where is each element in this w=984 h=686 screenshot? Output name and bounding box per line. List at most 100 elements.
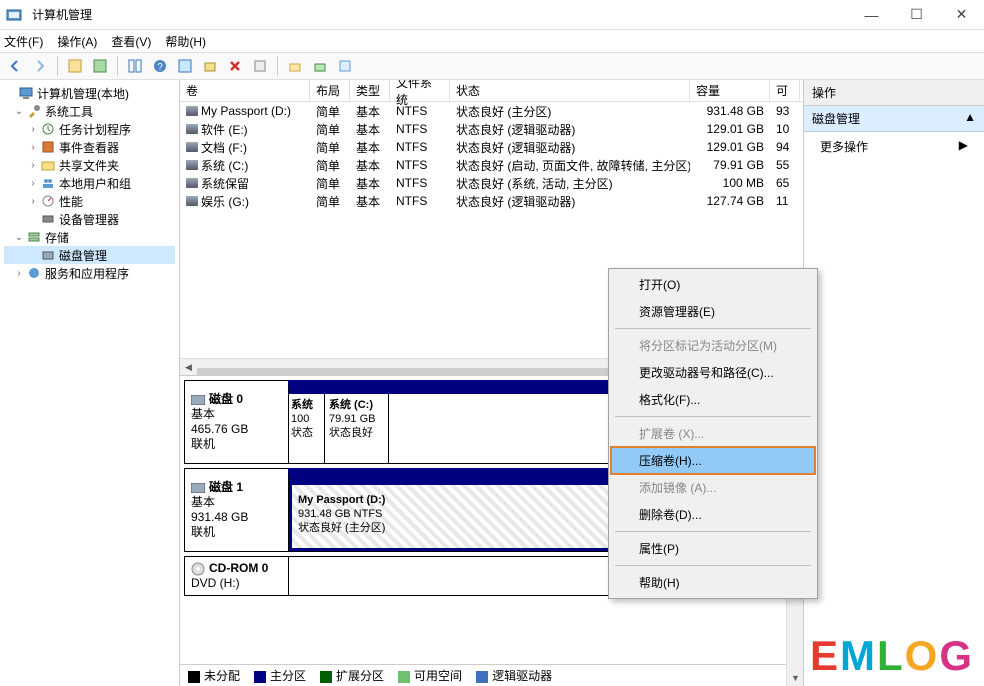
- tree-storage[interactable]: ⌄存储: [4, 228, 175, 246]
- actions-more[interactable]: 更多操作 ▶: [804, 132, 984, 161]
- legend-swatch-unalloc: [188, 671, 200, 683]
- disk-info[interactable]: 磁盘 1 基本 931.48 GB 联机: [184, 468, 288, 552]
- gauge-icon: [40, 193, 56, 209]
- volume-list-header: 卷 布局 类型 文件系统 状态 容量 可: [180, 80, 803, 102]
- services-icon: [26, 265, 42, 281]
- window-title: 计算机管理: [28, 6, 849, 23]
- expand-icon[interactable]: ›: [12, 268, 26, 279]
- toolbar-delete-icon[interactable]: [224, 55, 246, 77]
- drive-icon: [186, 124, 198, 134]
- volume-row[interactable]: 文档 (F:)简单基本NTFS状态良好 (逻辑驱动器)129.01 GB94: [180, 138, 803, 156]
- toolbar-btn-11[interactable]: [334, 55, 356, 77]
- col-type[interactable]: 类型: [350, 80, 390, 101]
- tree-task-scheduler[interactable]: ›任务计划程序: [4, 120, 175, 138]
- col-free[interactable]: 可: [770, 80, 800, 101]
- volume-name: 文档 (F:): [201, 139, 247, 156]
- volume-row[interactable]: 系统 (C:)简单基本NTFS状态良好 (启动, 页面文件, 故障转储, 主分区…: [180, 156, 803, 174]
- menu-help[interactable]: 帮助(H): [165, 33, 206, 50]
- expand-icon[interactable]: ›: [26, 196, 40, 207]
- disk-type: 基本: [191, 407, 282, 422]
- storage-icon: [26, 229, 42, 245]
- col-volume[interactable]: 卷: [180, 80, 310, 101]
- volume-row[interactable]: 娱乐 (G:)简单基本NTFS状态良好 (逻辑驱动器)127.74 GB11: [180, 192, 803, 210]
- tree-services[interactable]: ›服务和应用程序: [4, 264, 175, 282]
- tree-label: 系统工具: [45, 103, 93, 120]
- disk-info[interactable]: 磁盘 0 基本 465.76 GB 联机: [184, 380, 288, 464]
- scroll-thumb[interactable]: [197, 368, 668, 376]
- tree-disk-management[interactable]: 磁盘管理: [4, 246, 175, 264]
- tree-label: 本地用户和组: [59, 175, 131, 192]
- ctx-mark-active[interactable]: 将分区标记为活动分区(M): [611, 332, 815, 359]
- toolbar-btn-8[interactable]: [249, 55, 271, 77]
- expand-icon[interactable]: ›: [26, 160, 40, 171]
- folder-icon: [40, 157, 56, 173]
- ctx-format[interactable]: 格式化(F)...: [611, 386, 815, 413]
- back-button[interactable]: [4, 55, 26, 77]
- ctx-properties[interactable]: 属性(P): [611, 535, 815, 562]
- drive-icon: [186, 142, 198, 152]
- help-icon[interactable]: ?: [149, 55, 171, 77]
- col-fs[interactable]: 文件系统: [390, 80, 450, 101]
- tree-label: 共享文件夹: [59, 157, 119, 174]
- forward-button[interactable]: [29, 55, 51, 77]
- ctx-delete[interactable]: 删除卷(D)...: [611, 501, 815, 528]
- col-status[interactable]: 状态: [450, 80, 690, 101]
- scroll-left-icon[interactable]: ◀: [180, 359, 197, 376]
- ctx-change-letter[interactable]: 更改驱动器号和路径(C)...: [611, 359, 815, 386]
- toolbar-btn-5[interactable]: [174, 55, 196, 77]
- legend-swatch-free: [398, 671, 410, 683]
- collapse-icon[interactable]: ⌄: [12, 106, 26, 117]
- ctx-open[interactable]: 打开(O): [611, 271, 815, 298]
- legend-swatch-primary: [254, 671, 266, 683]
- toolbar-btn-9[interactable]: [284, 55, 306, 77]
- menu-action[interactable]: 操作(A): [57, 33, 97, 50]
- disk-icon: [191, 483, 205, 493]
- partition[interactable]: 系统 100 状态: [289, 394, 325, 463]
- toolbar-btn-10[interactable]: [309, 55, 331, 77]
- expand-icon[interactable]: ›: [26, 142, 40, 153]
- ctx-help[interactable]: 帮助(H): [611, 569, 815, 596]
- cdrom-icon: [191, 562, 205, 576]
- toolbar-separator: [277, 56, 278, 76]
- scroll-down-icon[interactable]: ▼: [787, 669, 803, 686]
- partition[interactable]: 系统 (C:) 79.91 GB 状态良好: [325, 394, 389, 463]
- tree-label: 计算机管理(本地): [37, 85, 129, 102]
- expand-icon[interactable]: ›: [26, 178, 40, 189]
- disk-info[interactable]: CD-ROM 0 DVD (H:): [184, 556, 288, 596]
- tree-local-users[interactable]: › 本地用户和组: [4, 174, 175, 192]
- ctx-shrink[interactable]: 压缩卷(H)...: [611, 447, 815, 474]
- actions-section[interactable]: 磁盘管理 ▲: [804, 106, 984, 132]
- menubar: 文件(F) 操作(A) 查看(V) 帮助(H): [0, 30, 984, 52]
- menu-view[interactable]: 查看(V): [111, 33, 151, 50]
- menu-separator: [615, 565, 811, 566]
- toolbar-btn-1[interactable]: [64, 55, 86, 77]
- tree-system-tools[interactable]: ⌄ 系统工具: [4, 102, 175, 120]
- ctx-mirror[interactable]: 添加镜像 (A)...: [611, 474, 815, 501]
- close-button[interactable]: ✕: [939, 0, 984, 30]
- volume-row[interactable]: 软件 (E:)简单基本NTFS状态良好 (逻辑驱动器)129.01 GB10: [180, 120, 803, 138]
- collapse-icon[interactable]: ⌄: [12, 232, 26, 243]
- tree-root[interactable]: 计算机管理(本地): [4, 84, 175, 102]
- menu-file[interactable]: 文件(F): [4, 33, 43, 50]
- disk-type: 基本: [191, 495, 282, 510]
- volume-row[interactable]: 系统保留简单基本NTFS状态良好 (系统, 活动, 主分区)100 MB65: [180, 174, 803, 192]
- volume-row[interactable]: My Passport (D:)简单基本NTFS状态良好 (主分区)931.48…: [180, 102, 803, 120]
- minimize-button[interactable]: —: [849, 0, 894, 30]
- menu-separator: [615, 531, 811, 532]
- tools-icon: [26, 103, 42, 119]
- ctx-extend[interactable]: 扩展卷 (X)...: [611, 420, 815, 447]
- menu-separator: [615, 328, 811, 329]
- tree-device-manager[interactable]: 设备管理器: [4, 210, 175, 228]
- expand-icon[interactable]: ›: [26, 124, 40, 135]
- col-capacity[interactable]: 容量: [690, 80, 770, 101]
- col-layout[interactable]: 布局: [310, 80, 350, 101]
- tree-performance[interactable]: ›性能: [4, 192, 175, 210]
- toolbar-btn-2[interactable]: [89, 55, 111, 77]
- tree-shared-folders[interactable]: › 共享文件夹: [4, 156, 175, 174]
- watermark: EMLOG: [810, 632, 974, 680]
- tree-event-viewer[interactable]: ›事件查看器: [4, 138, 175, 156]
- ctx-explorer[interactable]: 资源管理器(E): [611, 298, 815, 325]
- maximize-button[interactable]: ☐: [894, 0, 939, 30]
- toolbar-btn-3[interactable]: [124, 55, 146, 77]
- toolbar-btn-6[interactable]: [199, 55, 221, 77]
